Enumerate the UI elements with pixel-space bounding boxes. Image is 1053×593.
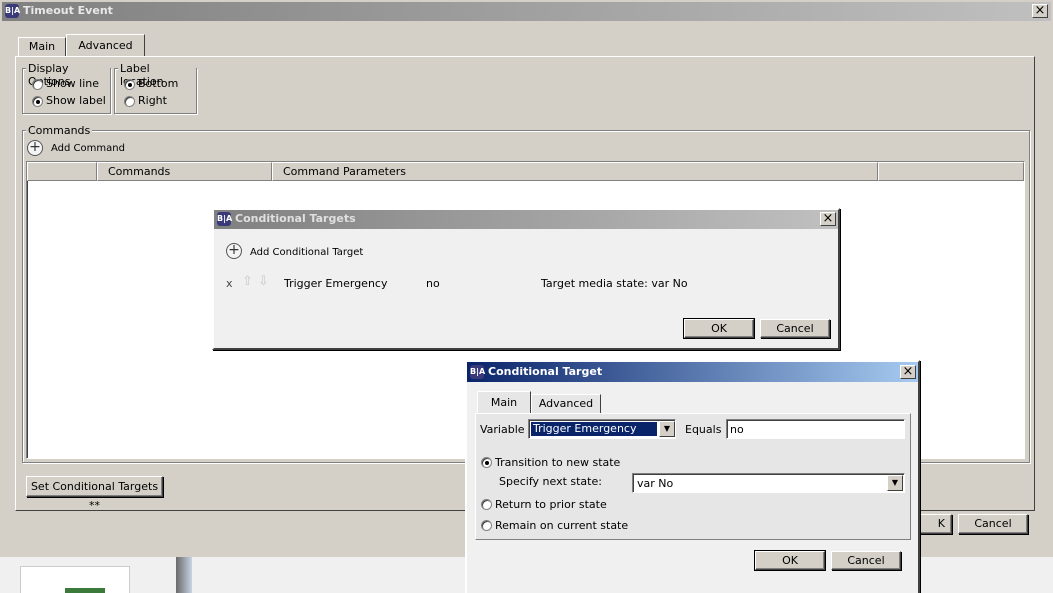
show-label-label: Show label bbox=[46, 94, 106, 107]
conditional-targets-title: Conditional Targets bbox=[235, 212, 356, 225]
remove-target-button[interactable]: x bbox=[226, 277, 233, 290]
chevron-down-icon[interactable]: ▼ bbox=[887, 475, 903, 491]
show-label-radio[interactable] bbox=[32, 96, 43, 107]
equals-input[interactable] bbox=[726, 419, 905, 439]
target-variable: Trigger Emergency bbox=[284, 277, 388, 290]
background-divider bbox=[176, 557, 192, 593]
set-conditional-targets-button[interactable]: Set Conditional Targets ** bbox=[26, 476, 163, 512]
specify-next-state-label: Specify next state: bbox=[499, 475, 602, 488]
show-line-radio[interactable] bbox=[32, 79, 43, 90]
main-ok-label: K bbox=[937, 517, 945, 530]
add-command-label[interactable]: Add Command bbox=[51, 143, 125, 154]
transition-label: Transition to new state bbox=[495, 456, 621, 469]
variable-label: Variable bbox=[480, 423, 525, 436]
right-radio[interactable] bbox=[124, 96, 135, 107]
tab-main[interactable]: Main bbox=[18, 37, 66, 57]
move-down-icon[interactable]: ⇩ bbox=[258, 274, 269, 289]
conditional-target-ok-button[interactable]: OK bbox=[754, 550, 826, 571]
return-label: Return to prior state bbox=[495, 498, 607, 511]
next-state-value: var No bbox=[637, 477, 674, 490]
right-label: Right bbox=[138, 94, 167, 107]
equals-label: Equals bbox=[685, 423, 722, 436]
window-title: Timeout Event bbox=[23, 4, 113, 17]
conditional-targets-title-bar: B|A Conditional Targets × bbox=[214, 210, 838, 229]
app-icon: B|A bbox=[470, 365, 485, 379]
column-header-blank[interactable] bbox=[27, 162, 97, 181]
move-up-icon[interactable]: ⇧ bbox=[242, 274, 253, 289]
commands-legend: Commands bbox=[26, 124, 93, 137]
add-command-icon[interactable]: + bbox=[27, 140, 43, 156]
close-icon[interactable]: × bbox=[1032, 4, 1048, 18]
title-bar: B|A Timeout Event × bbox=[2, 2, 1051, 21]
variable-select[interactable]: Trigger Emergency ▼ bbox=[528, 419, 676, 439]
tab-advanced[interactable]: Advanced bbox=[531, 394, 601, 414]
tab-main[interactable]: Main bbox=[477, 391, 531, 414]
show-line-label: Show line bbox=[46, 77, 100, 90]
remain-radio[interactable] bbox=[481, 520, 492, 531]
tab-advanced[interactable]: Advanced bbox=[66, 34, 145, 57]
conditional-target-title-bar: B|A Conditional Target × bbox=[467, 362, 918, 382]
display-options-group: Display Options Show line Show label bbox=[22, 62, 111, 114]
target-state: Target media state: var No bbox=[541, 277, 688, 290]
target-value: no bbox=[426, 277, 440, 290]
transition-radio[interactable] bbox=[481, 457, 492, 468]
main-cancel-button[interactable]: Cancel bbox=[958, 514, 1028, 534]
column-header-command-parameters[interactable]: Command Parameters bbox=[272, 162, 878, 181]
background-thumbnail bbox=[65, 588, 105, 593]
conditional-targets-ok-button[interactable]: OK bbox=[683, 318, 755, 339]
return-radio[interactable] bbox=[481, 499, 492, 510]
variable-select-value: Trigger Emergency bbox=[531, 422, 657, 436]
chevron-down-icon[interactable]: ▼ bbox=[659, 421, 675, 437]
column-header-extra[interactable] bbox=[878, 162, 1024, 181]
conditional-target-row: x ⇧ ⇩ Trigger Emergency no Target media … bbox=[214, 274, 838, 292]
conditional-targets-cancel-button[interactable]: Cancel bbox=[760, 319, 830, 338]
column-header-commands[interactable]: Commands bbox=[97, 162, 272, 181]
remain-label: Remain on current state bbox=[495, 519, 629, 532]
close-icon[interactable]: × bbox=[820, 212, 836, 226]
app-icon: B|A bbox=[217, 212, 232, 226]
bottom-radio[interactable] bbox=[124, 79, 135, 90]
conditional-targets-dialog: B|A Conditional Targets × + Add Conditio… bbox=[212, 208, 840, 350]
bottom-label: Bottom bbox=[138, 77, 179, 90]
add-conditional-target-icon[interactable]: + bbox=[226, 243, 242, 259]
add-conditional-target-label[interactable]: Add Conditional Target bbox=[250, 247, 363, 258]
app-icon: B|A bbox=[5, 4, 20, 18]
conditional-target-cancel-button[interactable]: Cancel bbox=[831, 551, 901, 570]
close-icon[interactable]: × bbox=[900, 365, 916, 379]
next-state-select[interactable]: var No ▼ bbox=[632, 473, 905, 493]
label-location-group: Label location Bottom Right bbox=[114, 62, 197, 114]
conditional-target-title: Conditional Target bbox=[488, 365, 603, 378]
conditional-target-dialog: B|A Conditional Target × Main Advanced V… bbox=[465, 360, 920, 593]
